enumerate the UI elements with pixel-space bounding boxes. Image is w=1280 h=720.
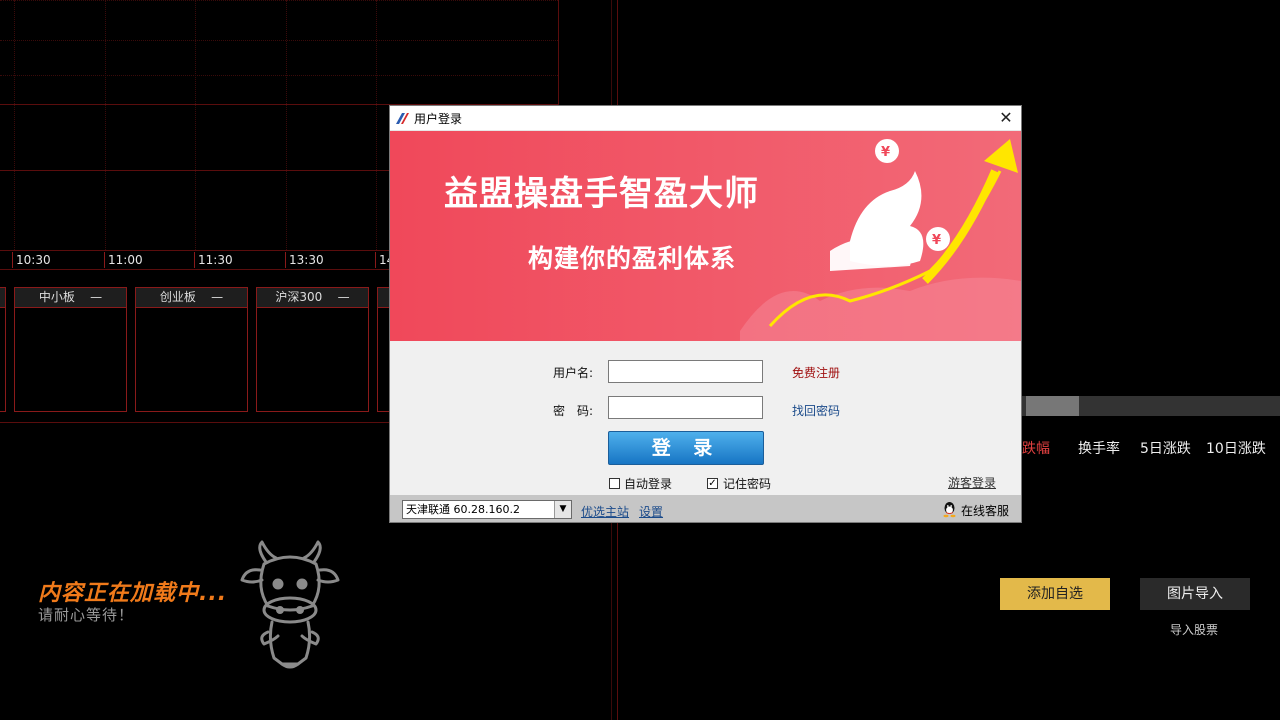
- dialog-statusbar: 天津联通 60.28.160.2 ▼ 优选主站 设置 在线客服: [390, 495, 1021, 522]
- qq-penguin-icon: [943, 502, 956, 518]
- chevron-down-icon[interactable]: ▼: [554, 501, 571, 518]
- recover-password-link[interactable]: 找回密码: [792, 402, 840, 419]
- banner-title: 益盟操盘手智盈大师: [444, 174, 759, 214]
- column-header-5day[interactable]: 5日涨跌: [1140, 438, 1191, 458]
- index-value: —: [211, 290, 224, 304]
- guest-login-link[interactable]: 游客登录: [948, 474, 996, 491]
- remember-password-label[interactable]: 记住密码: [723, 475, 771, 492]
- app-logo-icon: [395, 111, 410, 126]
- banner-subtitle: 构建你的盈利体系: [528, 244, 737, 273]
- index-box-partial: [0, 287, 6, 412]
- time-tick: 11:00: [104, 252, 143, 268]
- index-box-csi300[interactable]: 沪深300 —: [256, 287, 369, 412]
- image-import-button[interactable]: 图片导入: [1140, 578, 1250, 610]
- loading-subtitle: 请耐心等待！: [38, 606, 135, 624]
- close-icon[interactable]: ✕: [997, 108, 1015, 128]
- index-header: 沪深300 —: [257, 288, 368, 308]
- cow-mascot-icon: [240, 540, 340, 669]
- index-box-gem[interactable]: 创业板 —: [135, 287, 248, 412]
- index-header: 中小板 —: [15, 288, 126, 308]
- promo-banner: ¥ ¥ 益盟操盘手智盈大师 构建你的盈利体系: [390, 131, 1021, 341]
- online-service-label: 在线客服: [960, 504, 1009, 518]
- time-tick: 14: [375, 252, 389, 268]
- add-watchlist-button[interactable]: 添加自选: [1000, 578, 1110, 610]
- username-label: 用户名:: [553, 366, 594, 380]
- index-box-sme[interactable]: 中小板 —: [14, 287, 127, 412]
- register-link[interactable]: 免费注册: [792, 364, 840, 381]
- app-background: 10:30 11:00 11:30 13:30 14 中小板 — 创业板 — 沪…: [0, 0, 1280, 720]
- loading-title: 内容正在加载中...: [38, 581, 228, 606]
- column-header-turnover[interactable]: 换手率: [1078, 438, 1120, 458]
- time-tick: 11:30: [194, 252, 233, 268]
- index-name: 创业板: [159, 290, 196, 304]
- index-value: —: [337, 290, 350, 304]
- dialog-title: 用户登录: [414, 112, 463, 126]
- import-stock-link[interactable]: 导入股票: [1170, 621, 1218, 638]
- time-tick: 13:30: [285, 252, 324, 268]
- username-input[interactable]: [608, 360, 763, 383]
- column-header-decline[interactable]: 跌幅: [1022, 438, 1050, 458]
- index-value: —: [90, 290, 103, 304]
- settings-link[interactable]: 设置: [639, 503, 663, 520]
- login-button[interactable]: 登 录: [608, 431, 764, 465]
- index-name: 中小板: [38, 290, 75, 304]
- login-dialog: 用户登录 ✕ ¥ ¥ 益盟操盘手智盈大师 构建你的盈利体系 用户名: 免费注册 …: [389, 105, 1022, 523]
- scrollbar-thumb[interactable]: [1026, 396, 1079, 416]
- time-tick: 10:30: [12, 252, 51, 268]
- auto-login-label[interactable]: 自动登录: [624, 475, 672, 492]
- dialog-titlebar[interactable]: 用户登录 ✕: [390, 106, 1021, 131]
- password-input[interactable]: [608, 396, 763, 419]
- online-service[interactable]: 在线客服: [943, 502, 1009, 519]
- column-header-10day[interactable]: 10日涨跌: [1206, 438, 1266, 458]
- preferred-host-link[interactable]: 优选主站: [581, 503, 629, 520]
- svg-text:¥: ¥: [932, 233, 941, 248]
- auto-login-checkbox[interactable]: [609, 478, 620, 489]
- svg-text:¥: ¥: [881, 145, 890, 160]
- remember-password-checkbox[interactable]: ✓: [707, 478, 718, 489]
- server-select[interactable]: 天津联通 60.28.160.2 ▼: [402, 500, 572, 519]
- index-name: 沪深300: [275, 290, 323, 304]
- password-label: 密 码:: [553, 404, 594, 418]
- index-header: 创业板 —: [136, 288, 247, 308]
- banner-graphic: ¥ ¥: [390, 131, 1021, 341]
- server-select-value: 天津联通 60.28.160.2: [406, 503, 520, 516]
